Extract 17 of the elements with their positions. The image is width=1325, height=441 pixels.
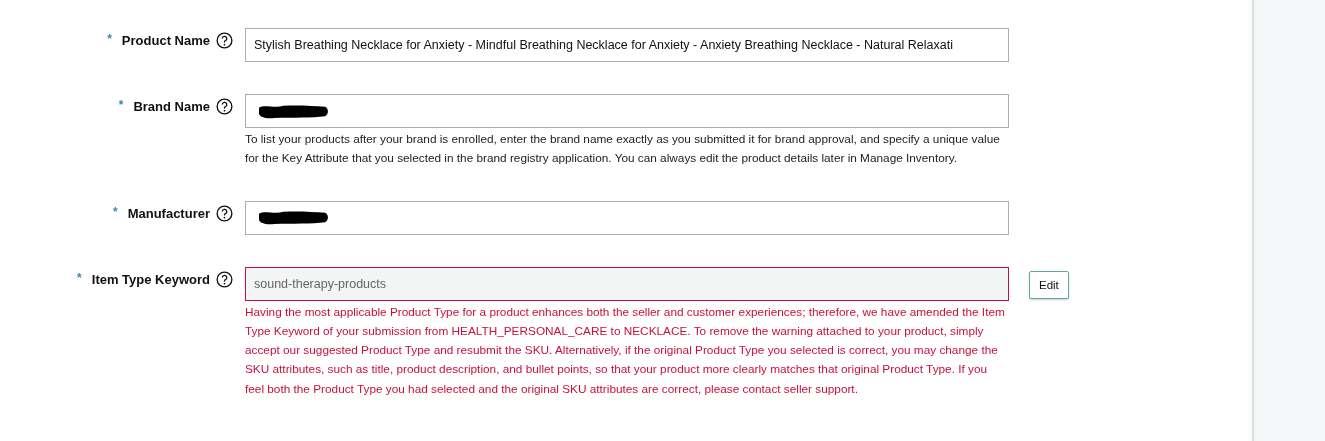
field-label: Brand Name — [133, 98, 210, 116]
text-field[interactable] — [245, 200, 1009, 235]
field-label: Item Type Keyword — [91, 270, 210, 289]
help-text: To list your products after your brand is enrolled, enter the brand name exactly as you submitted it for brand approval, and specify a unique value for the Key Attribute that you selected in the brand registry application. You can always edit the product details later in Manage Inventory. — [245, 131, 1001, 168]
field-label: Manufacturer — [127, 204, 210, 223]
text-field[interactable] — [245, 94, 1009, 128]
required-asterisk: * — [77, 270, 82, 285]
field-label: Product Name — [121, 32, 210, 50]
help-icon[interactable] — [216, 32, 233, 49]
help-icon[interactable] — [216, 98, 233, 115]
required-asterisk: * — [107, 32, 112, 46]
text-field[interactable]: Stylish Breathing Necklace for Anxiety - Mindful Breathing Necklace for Anxiety - Anxiety Breathing Necklace - Natural Relaxati — [245, 28, 1009, 62]
help-icon[interactable] — [216, 270, 233, 288]
required-asterisk: * — [112, 204, 118, 219]
help-icon[interactable] — [216, 204, 233, 222]
required-asterisk: * — [118, 98, 124, 112]
warning-message: Having the most applicable Product Type for a product enhances both the seller and customer experiences; therefore, we have amended the Item Type Keyword of your submission from HEALTH_PERSONAL_CARE to NECKLACE. To remove the warning attached to your product, simply accept our suggested Product Type and resubmit the SKU. Alternatively, if the original Product Type you selected is correct, you may change the SKU attributes, such as title, product description, and bullet points, so that your product more clearly matches that original Product Type. If you feel both the Product Type you had selected and the original SKU attributes are correct, please contact seller support. — [245, 303, 1005, 398]
